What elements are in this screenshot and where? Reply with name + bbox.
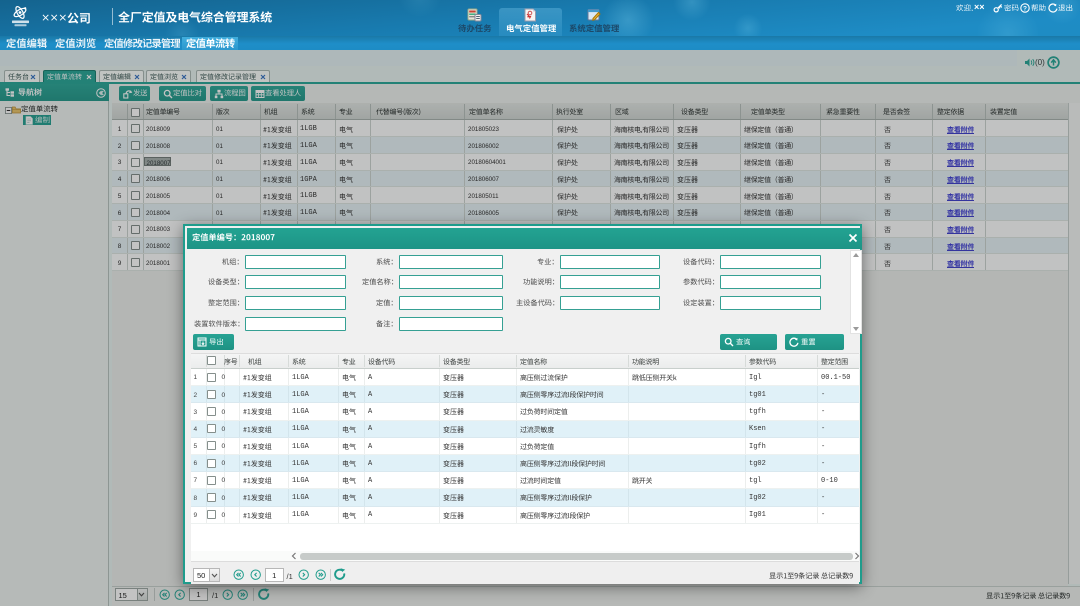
svg-text:?: ? [1023, 5, 1027, 12]
